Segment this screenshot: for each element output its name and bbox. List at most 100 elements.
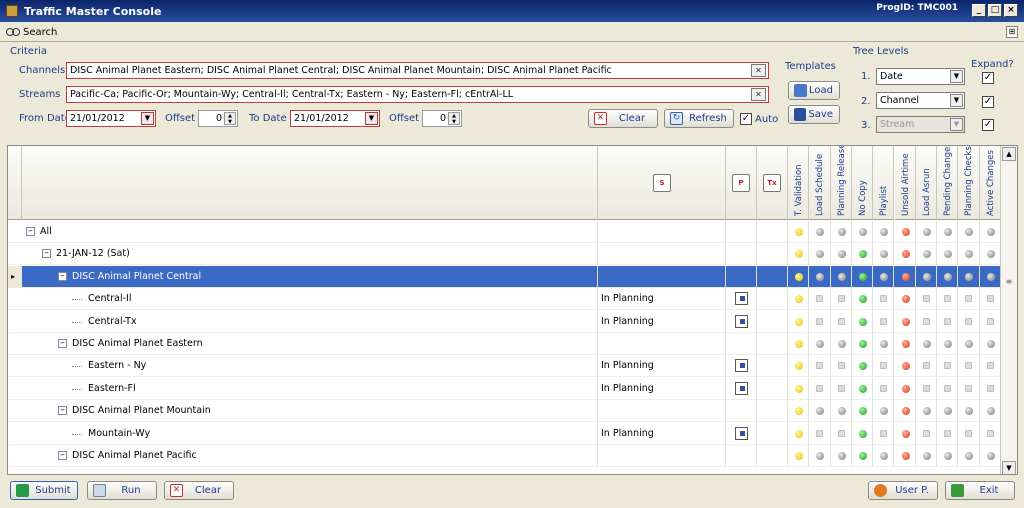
p-cell[interactable] xyxy=(726,221,757,243)
status-indicator-cell[interactable] xyxy=(916,221,938,243)
status-indicator-cell[interactable] xyxy=(831,243,852,266)
tx-column-header[interactable]: Tx xyxy=(757,146,788,220)
status-indicator-cell[interactable] xyxy=(788,445,810,467)
chevron-down-icon[interactable]: ▼ xyxy=(950,94,963,107)
status-indicator-cell[interactable] xyxy=(809,400,831,423)
status-indicator-cell[interactable] xyxy=(980,288,1001,311)
table-row[interactable]: – All xyxy=(8,221,1001,243)
status-indicator-cell[interactable] xyxy=(788,310,810,333)
status-indicator-cell[interactable] xyxy=(831,355,852,378)
status-indicator-cell[interactable] xyxy=(937,265,959,288)
tree-cell[interactable]: – DISC Animal Planet Mountain xyxy=(22,400,598,423)
status-indicator-cell[interactable] xyxy=(980,377,1001,400)
tree-cell[interactable]: Central-Tx xyxy=(22,310,598,333)
table-row[interactable]: – DISC Animal Planet Eastern xyxy=(8,333,1001,355)
tx-cell[interactable] xyxy=(757,288,788,311)
level-3-expand-checkbox[interactable]: ✓ xyxy=(982,119,994,131)
level-2-expand-checkbox[interactable]: ✓ xyxy=(982,96,994,108)
channels-clear-icon[interactable]: ✕ xyxy=(751,64,766,77)
table-row[interactable]: Eastern-Fl In Planning xyxy=(8,377,1001,400)
status-column-header[interactable]: No Copy xyxy=(851,146,874,220)
status-indicator-cell[interactable] xyxy=(980,333,1001,355)
tree-column-header[interactable] xyxy=(22,146,598,220)
collapse-icon[interactable]: – xyxy=(58,339,67,348)
scroll-down-icon[interactable]: ▼ xyxy=(1002,461,1016,474)
status-indicator-cell[interactable] xyxy=(916,333,938,355)
status-indicator-cell[interactable] xyxy=(873,288,895,311)
status-indicator-cell[interactable] xyxy=(895,377,916,400)
level-2-select[interactable]: Channel ▼ xyxy=(876,92,965,109)
status-indicator-cell[interactable] xyxy=(788,355,810,378)
minimize-button[interactable]: _ xyxy=(972,4,986,17)
status-indicator-cell[interactable] xyxy=(852,445,874,467)
status-indicator-cell[interactable] xyxy=(916,265,938,288)
status-indicator-cell[interactable] xyxy=(895,422,916,445)
status-indicator-cell[interactable] xyxy=(809,355,831,378)
run-button[interactable]: Run xyxy=(87,481,157,500)
status-indicator-cell[interactable] xyxy=(958,333,980,355)
p-cell[interactable] xyxy=(726,243,757,266)
status-indicator-cell[interactable] xyxy=(937,243,959,266)
status-indicator-cell[interactable] xyxy=(873,243,895,266)
streams-clear-icon[interactable]: ✕ xyxy=(751,88,766,101)
tx-cell[interactable] xyxy=(757,422,788,445)
status-indicator-cell[interactable] xyxy=(958,445,980,467)
status-indicator-cell[interactable] xyxy=(852,265,874,288)
status-indicator-cell[interactable] xyxy=(916,310,938,333)
status-indicator-cell[interactable] xyxy=(831,377,852,400)
status-indicator-cell[interactable] xyxy=(958,243,980,266)
status-indicator-cell[interactable] xyxy=(958,265,980,288)
status-indicator-cell[interactable] xyxy=(980,355,1001,378)
status-indicator-cell[interactable] xyxy=(916,445,938,467)
footer-clear-button[interactable]: ✕ Clear xyxy=(164,481,234,500)
from-date-picker[interactable]: 21/01/2012 ▼ xyxy=(66,110,156,127)
scroll-up-icon[interactable]: ▲ xyxy=(1002,147,1016,161)
status-indicator-cell[interactable] xyxy=(831,288,852,311)
status-indicator-cell[interactable] xyxy=(895,355,916,378)
status-indicator-cell[interactable] xyxy=(895,288,916,311)
status-indicator-cell[interactable] xyxy=(788,377,810,400)
status-indicator-cell[interactable] xyxy=(809,422,831,445)
criteria-clear-button[interactable]: ✕ Clear xyxy=(588,109,658,128)
status-indicator-cell[interactable] xyxy=(980,400,1001,423)
status-column-header[interactable]: Planning Checks xyxy=(958,146,980,220)
offset-from-stepper[interactable]: 0 ▲ ▼ xyxy=(198,110,238,127)
status-column-header[interactable]: Unsold Airtime xyxy=(894,146,916,220)
p-cell[interactable] xyxy=(726,265,757,288)
status-indicator-cell[interactable] xyxy=(895,221,916,243)
status-indicator-cell[interactable] xyxy=(980,310,1001,333)
channels-field[interactable]: DISC Animal Planet Eastern; DISC Animal … xyxy=(66,62,769,79)
status-indicator-cell[interactable] xyxy=(852,355,874,378)
tree-cell[interactable]: – DISC Animal Planet Central xyxy=(22,265,598,288)
status-indicator-cell[interactable] xyxy=(980,221,1001,243)
status-indicator-cell[interactable] xyxy=(916,400,938,423)
status-indicator-cell[interactable] xyxy=(788,422,810,445)
status-indicator-cell[interactable] xyxy=(937,422,959,445)
status-indicator-cell[interactable] xyxy=(809,243,831,266)
status-indicator-cell[interactable] xyxy=(788,265,810,288)
status-column-header[interactable]: S xyxy=(598,146,726,220)
tx-cell[interactable] xyxy=(757,445,788,467)
p-cell[interactable] xyxy=(726,310,757,333)
traffic-grid[interactable]: S P Tx T. Validation Load Schedule Plannin… xyxy=(7,145,1018,475)
tree-cell[interactable]: – All xyxy=(22,221,598,243)
tx-cell[interactable] xyxy=(757,221,788,243)
p-cell[interactable] xyxy=(726,333,757,355)
status-indicator-cell[interactable] xyxy=(873,377,895,400)
status-indicator-cell[interactable] xyxy=(980,445,1001,467)
status-indicator-cell[interactable] xyxy=(873,265,895,288)
collapse-icon[interactable]: – xyxy=(42,249,51,259)
row-header[interactable]: ▸ xyxy=(8,265,22,288)
status-indicator-cell[interactable] xyxy=(809,377,831,400)
p-cell[interactable] xyxy=(726,400,757,423)
p-column-header[interactable]: P xyxy=(726,146,757,220)
status-indicator-cell[interactable] xyxy=(916,355,938,378)
status-indicator-cell[interactable] xyxy=(831,221,852,243)
status-indicator-cell[interactable] xyxy=(809,288,831,311)
collapse-icon[interactable]: – xyxy=(58,451,67,460)
collapse-icon[interactable]: – xyxy=(26,227,35,236)
collapse-icon[interactable]: – xyxy=(58,406,67,416)
template-save-button[interactable]: Save xyxy=(788,105,840,124)
status-indicator-cell[interactable] xyxy=(831,333,852,355)
p-cell[interactable] xyxy=(726,377,757,400)
